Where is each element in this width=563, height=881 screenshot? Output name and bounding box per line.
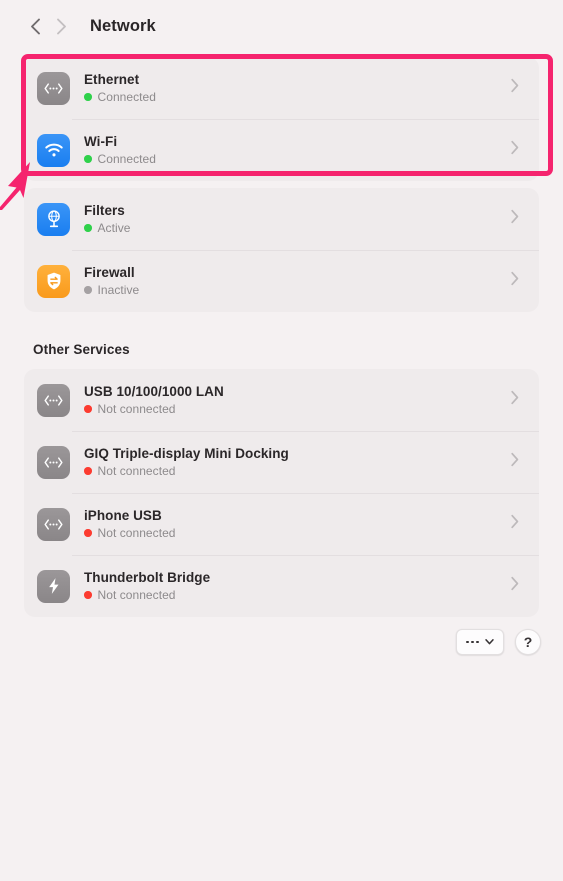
service-name: Wi-Fi [84, 134, 118, 149]
status-label: Not connected [97, 588, 176, 602]
page-title: Network [90, 16, 156, 35]
ethernet-icon [37, 383, 70, 417]
disclosure-chevron[interactable] [511, 140, 519, 160]
service-name: Thunderbolt Bridge [84, 570, 211, 585]
service-row-ethernet[interactable]: Ethernet Connected [24, 57, 539, 119]
service-row-giq-dock[interactable]: GIQ Triple-display Mini Docking Not conn… [24, 431, 539, 493]
ethernet-icon [37, 71, 70, 105]
service-status: Active [84, 221, 130, 235]
status-dot [84, 529, 92, 537]
disclosure-chevron[interactable] [511, 390, 519, 410]
status-label: Not connected [97, 526, 176, 540]
question-mark-icon: ? [523, 634, 533, 650]
disclosure-chevron[interactable] [511, 514, 519, 534]
service-row-filters[interactable]: Filters Active [24, 188, 539, 250]
chevron-right-icon [511, 78, 519, 93]
status-dot [84, 224, 92, 232]
thunderbolt-icon [37, 569, 70, 603]
service-name: iPhone USB [84, 508, 162, 523]
service-row-wi-fi[interactable]: Wi-Fi Connected [24, 119, 539, 181]
chevron-right-icon [511, 576, 519, 591]
status-label: Not connected [97, 464, 176, 478]
service-row-iphone-usb[interactable]: iPhone USB Not connected [24, 493, 539, 555]
firewall-shield-icon [37, 264, 70, 298]
status-dot [84, 467, 92, 475]
chevron-down-icon [485, 639, 494, 645]
chevron-right-icon [511, 452, 519, 467]
chevron-right-icon [511, 390, 519, 405]
filters-globe-icon [37, 202, 70, 236]
other-services-card: USB 10/100/1000 LAN Not connected GIQ Tr… [24, 369, 539, 617]
help-button[interactable]: ? [515, 629, 541, 655]
service-status: Not connected [84, 526, 176, 540]
status-label: Active [97, 221, 131, 235]
chevron-right-icon [511, 514, 519, 529]
service-name: Firewall [84, 265, 135, 280]
pane-header: Network [0, 0, 563, 52]
service-status: Not connected [84, 402, 224, 416]
chevron-right-icon [511, 271, 519, 286]
service-name: GIQ Triple-display Mini Docking [84, 446, 289, 461]
chevron-left-icon [30, 18, 40, 34]
secondary-services-card: Filters Active Firewall Inactive [24, 188, 539, 312]
disclosure-chevron[interactable] [511, 271, 519, 291]
back-button[interactable] [22, 13, 48, 39]
service-status: Not connected [84, 588, 210, 602]
chevron-right-icon [511, 140, 519, 155]
ellipsis-icon [465, 640, 480, 644]
service-row-firewall[interactable]: Firewall Inactive [24, 250, 539, 312]
status-label: Inactive [97, 283, 140, 297]
status-dot [84, 286, 92, 294]
status-label: Connected [97, 90, 156, 104]
service-name: USB 10/100/1000 LAN [84, 384, 224, 399]
status-dot [84, 405, 92, 413]
chevron-right-icon [511, 209, 519, 224]
service-status: Connected [84, 152, 156, 166]
service-row-thunderbolt-bridge[interactable]: Thunderbolt Bridge Not connected [24, 555, 539, 617]
other-services-heading: Other Services [33, 342, 130, 357]
status-label: Not connected [97, 402, 176, 416]
ethernet-icon [37, 445, 70, 479]
service-status: Inactive [84, 283, 139, 297]
service-row-usb-lan[interactable]: USB 10/100/1000 LAN Not connected [24, 369, 539, 431]
disclosure-chevron[interactable] [511, 78, 519, 98]
service-status: Not connected [84, 464, 289, 478]
disclosure-chevron[interactable] [511, 452, 519, 472]
chevron-right-icon [56, 18, 66, 34]
more-options-button[interactable] [456, 629, 504, 655]
service-name: Ethernet [84, 72, 140, 87]
status-label: Connected [97, 152, 156, 166]
disclosure-chevron[interactable] [511, 209, 519, 229]
status-dot [84, 591, 92, 599]
primary-services-card: Ethernet Connected Wi-Fi Connected [24, 57, 539, 181]
status-dot [84, 93, 92, 101]
network-settings-pane: Network Ethernet Connected Wi-Fi Connect… [0, 0, 563, 881]
service-name: Filters [84, 203, 125, 218]
service-status: Connected [84, 90, 156, 104]
forward-button[interactable] [48, 13, 74, 39]
disclosure-chevron[interactable] [511, 576, 519, 596]
wifi-icon [37, 133, 70, 167]
footer-actions: ? [456, 629, 541, 655]
ethernet-icon [37, 507, 70, 541]
status-dot [84, 155, 92, 163]
